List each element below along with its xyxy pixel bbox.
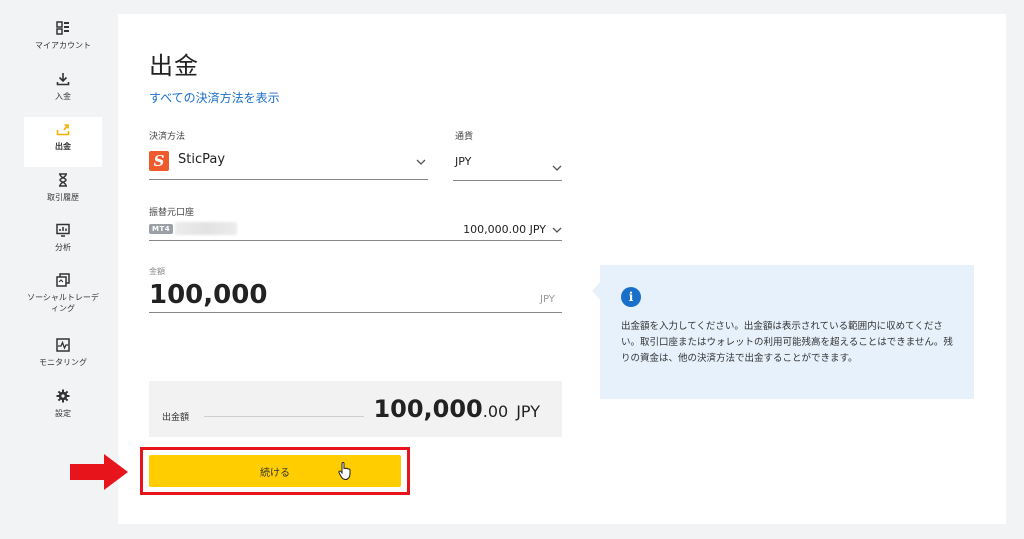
payment-method-underline [149, 179, 428, 180]
sidebar-item-label: モニタリング [39, 358, 87, 367]
source-account-underline [149, 240, 562, 241]
summary-amount-integer: 100,000 [373, 395, 483, 423]
chevron-down-icon [552, 165, 562, 171]
amount-label: 金額 [149, 267, 165, 276]
monitor-icon [56, 338, 70, 352]
sidebar-item-analysis[interactable]: 分析 [24, 218, 102, 268]
sidebar-item-label: 設定 [55, 409, 71, 418]
payment-method-value: SticPay [178, 152, 226, 167]
sidebar-item-history[interactable]: 取引履歴 [24, 168, 102, 218]
account-balance: 100,000.00 JPY [463, 223, 546, 236]
gear-icon [56, 389, 70, 403]
info-text: 出金額を入力してください。出金額は表示されている範囲内に収めてください。取引口座… [621, 321, 953, 364]
summary-amount-decimal: .00 [482, 402, 509, 421]
sidebar-item-label: 出金 [55, 142, 71, 151]
chevron-down-icon [552, 227, 562, 233]
hourglass-icon [59, 173, 67, 187]
sticpay-logo-icon: S [149, 151, 169, 171]
hand-cursor-icon [338, 462, 351, 481]
info-icon: i [621, 287, 641, 307]
sidebar-item-label: 取引履歴 [47, 193, 79, 202]
summary-label: 出金額 [162, 413, 190, 423]
all-payment-methods-link[interactable]: すべての決済方法を表示 [149, 89, 280, 106]
sidebar-item-deposit[interactable]: 入金 [24, 67, 102, 117]
amount-underline [149, 312, 562, 313]
currency-label: 通貨 [455, 132, 474, 142]
amount-unit: JPY [540, 294, 555, 305]
analytics-icon [56, 223, 70, 237]
currency-underline [453, 180, 562, 181]
mt4-badge: MT4 [149, 224, 174, 234]
source-account-label: 振替元口座 [149, 208, 195, 218]
upload-icon [56, 124, 70, 136]
social-trading-icon [56, 273, 70, 287]
sidebar-item-label: 入金 [55, 92, 71, 101]
page-title: 出金 [149, 52, 199, 80]
grid-icon [56, 21, 69, 35]
account-number-redacted [175, 222, 237, 235]
summary-currency: JPY [516, 402, 540, 421]
amount-value: 100,000 [149, 280, 268, 310]
withdraw-summary: 出金額 100,000.00 JPY [149, 381, 562, 437]
payment-method-label: 決済方法 [149, 132, 186, 142]
download-icon [56, 73, 70, 86]
sidebar-item-monitoring[interactable]: モニタリング [24, 333, 102, 383]
summary-divider [204, 416, 364, 417]
summary-amount: 100,000.00 JPY [373, 395, 540, 423]
sidebar-item-label: 分析 [55, 243, 71, 252]
sidebar-item-settings[interactable]: 設定 [24, 384, 102, 434]
sidebar-item-label: マイアカウント [35, 41, 91, 50]
continue-button[interactable]: 続ける [149, 455, 401, 487]
sidebar-item-my-account[interactable]: マイアカウント [24, 16, 102, 66]
sidebar-item-withdraw[interactable]: 出金 [24, 117, 102, 167]
currency-value: JPY [455, 155, 472, 168]
sidebar-item-label: ソーシャルトレーディング [27, 293, 99, 313]
chevron-down-icon [416, 159, 426, 165]
sidebar-item-social-trading[interactable]: ソーシャルトレーディング [24, 268, 102, 324]
red-arrow-icon [70, 454, 128, 490]
